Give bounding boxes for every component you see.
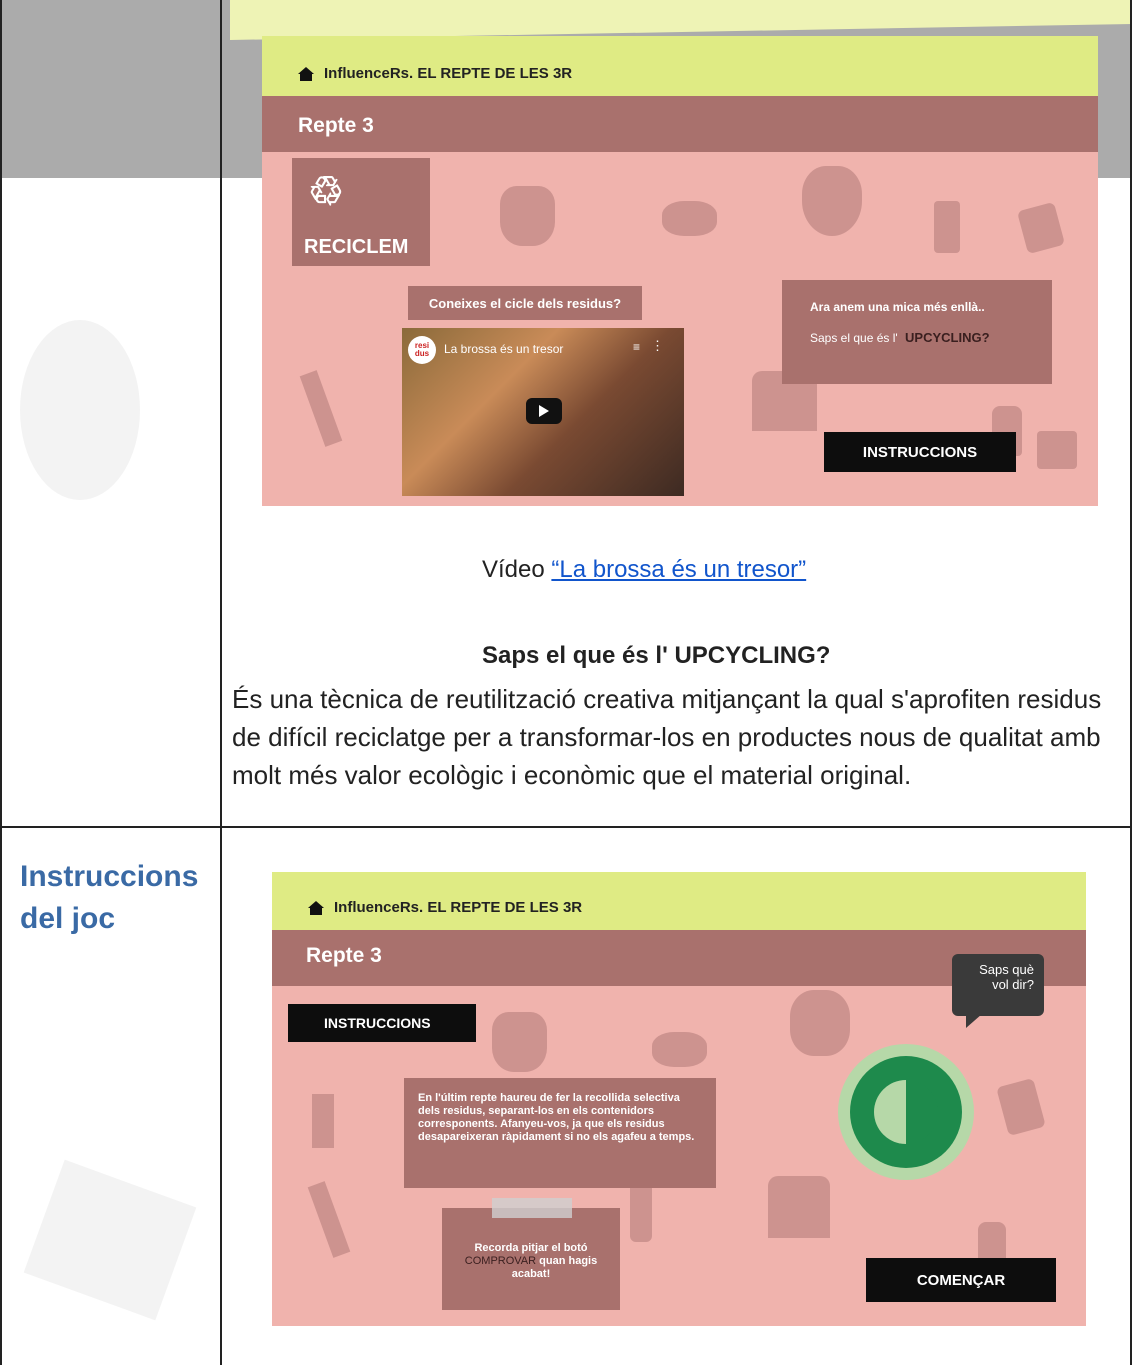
speech-bubble-tail <box>966 1014 982 1028</box>
app-title: InfluenceRs. EL REPTE DE LES 3R <box>298 65 572 82</box>
recycle-icon: ♲ <box>308 170 344 214</box>
speech-bubble-text: Saps què vol dir? <box>979 962 1034 992</box>
repte-title: Repte 3 <box>298 114 374 137</box>
guitar-silhouette <box>790 990 850 1056</box>
hammer-silhouette <box>299 370 343 447</box>
shirt-silhouette <box>768 1176 830 1238</box>
caption-prefix: Vídeo <box>482 556 552 583</box>
upcycling-word: UPCYCLING? <box>905 330 990 345</box>
video-caption: Vídeo “La brossa és un tresor” <box>482 556 806 584</box>
video-play-button[interactable] <box>526 398 562 424</box>
wallet-silhouette <box>1016 201 1066 255</box>
game-screenshot-2: InfluenceRs. EL REPTE DE LES 3R Repte 3 … <box>272 872 1086 1326</box>
play-icon <box>539 405 549 417</box>
instructions-side-heading: Instruccions del joc <box>20 860 199 935</box>
cicle-question: Coneixes el cicle dels residus? <box>408 286 642 320</box>
reminder-card: Recorda pitjar el botó COMPROVAR quan ha… <box>442 1198 620 1310</box>
app-title: InfluenceRs. EL REPTE DE LES 3R <box>308 899 582 916</box>
reminder-prefix: Recorda pitjar el botó <box>474 1242 588 1254</box>
hand-silhouette <box>492 1012 547 1072</box>
video-player[interactable]: resi dus La brossa és un tresor ≡ ⋮ <box>402 328 684 496</box>
upcycling-paragraph: És una tècnica de reutilització creativa… <box>232 684 1102 790</box>
speech-bubble: Saps què vol dir? <box>952 954 1044 1028</box>
battery-silhouette <box>312 1094 334 1148</box>
home-icon <box>308 900 324 915</box>
instructions-label: INSTRUCCIONS <box>288 1004 476 1042</box>
upcycling-line2-prefix: Saps el que és l' <box>810 331 898 345</box>
video-menu-icon[interactable]: ≡ <box>633 340 640 354</box>
green-dot-symbol <box>838 1044 974 1180</box>
video-channel-badge: resi dus <box>408 336 436 364</box>
reciclem-card: ♲ RECICLEM <box>292 158 430 266</box>
tape-strip <box>492 1198 572 1218</box>
home-icon <box>298 66 314 81</box>
upcycling-line1: Ara anem una mica més enllà.. <box>810 300 985 314</box>
hairdryer-silhouette <box>662 201 717 236</box>
video-more-icon[interactable]: ⋮ <box>651 338 664 354</box>
hairdryer-silhouette <box>652 1032 707 1067</box>
reminder-comprovar: COMPROVAR <box>464 1255 537 1267</box>
start-button[interactable]: COMENÇAR <box>866 1258 1056 1302</box>
reciclem-label: RECICLEM <box>304 236 409 258</box>
title-band <box>262 96 1098 152</box>
video-title: La brossa és un tresor <box>444 342 564 356</box>
table-border-left <box>0 0 2 1365</box>
hammer-silhouette <box>307 1181 351 1258</box>
app-title-text: InfluenceRs. EL REPTE DE LES 3R <box>324 65 573 82</box>
reminder-text: Recorda pitjar el botó COMPROVAR quan ha… <box>458 1242 604 1281</box>
upcycling-line2: Saps el que és l' UPCYCLING? <box>810 330 990 345</box>
app-title-text: InfluenceRs. EL REPTE DE LES 3R <box>334 899 583 916</box>
repte-title: Repte 3 <box>306 944 382 967</box>
video-link[interactable]: “La brossa és un tresor” <box>551 556 806 583</box>
table-border-middle <box>220 0 222 1365</box>
table-row-divider <box>0 826 1132 828</box>
cicle-question-text: Coneixes el cicle dels residus? <box>428 295 622 311</box>
hand-silhouette <box>500 186 555 246</box>
wallet-silhouette <box>996 1077 1046 1137</box>
cup-silhouette <box>1037 431 1077 469</box>
watermark-shape <box>20 320 140 500</box>
guitar-silhouette <box>802 166 862 236</box>
upcycling-heading: Saps el que és l' UPCYCLING? <box>482 642 831 669</box>
game-screenshot-1: InfluenceRs. EL REPTE DE LES 3R Repte 3 … <box>262 36 1098 506</box>
watermark-shape <box>23 1159 197 1321</box>
instructions-button[interactable]: INSTRUCCIONS <box>824 432 1016 472</box>
instructions-card: En l'últim repte haureu de fer la recoll… <box>404 1078 716 1188</box>
phone-silhouette <box>934 201 960 253</box>
upcycling-card: Ara anem una mica més enllà.. Saps el qu… <box>782 280 1052 384</box>
instructions-text: En l'últim repte haureu de fer la recoll… <box>418 1092 695 1143</box>
